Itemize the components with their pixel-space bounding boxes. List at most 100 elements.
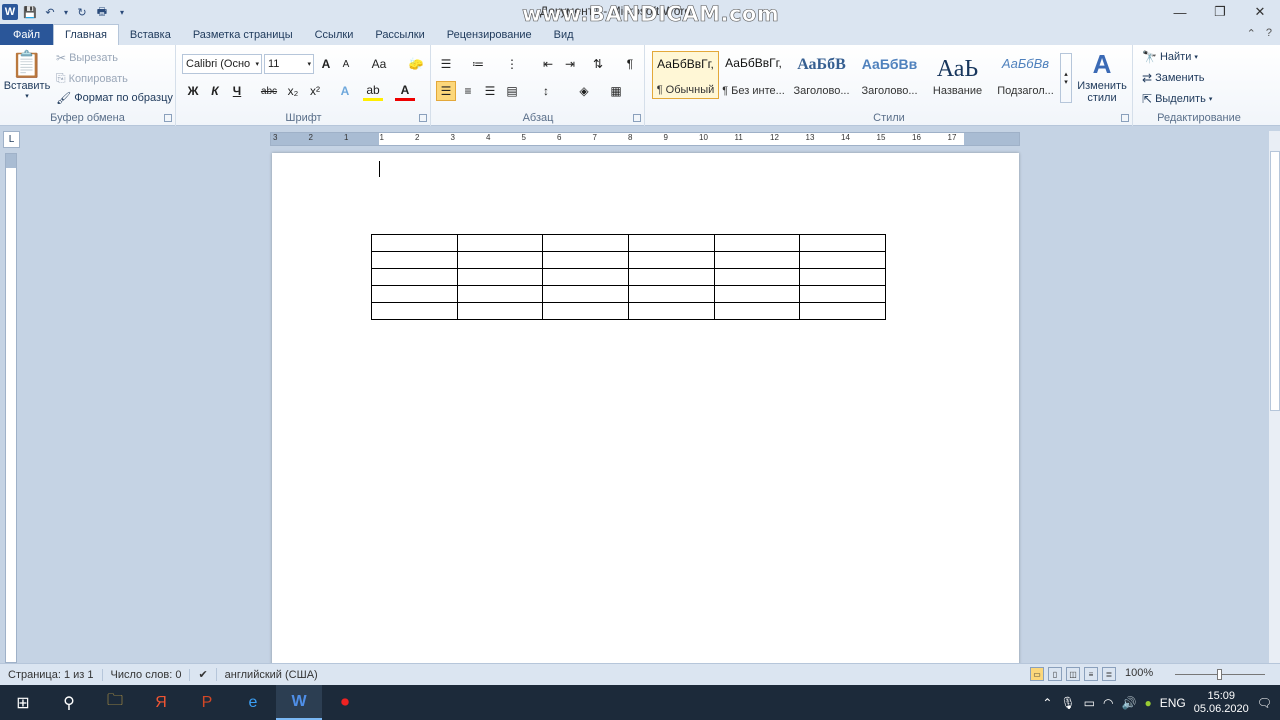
table-cell[interactable] [713, 251, 801, 269]
word-taskbar-icon[interactable]: W [276, 685, 322, 720]
borders-icon[interactable]: ▦ [606, 81, 626, 101]
chevron-down-icon[interactable]: ▾ [255, 60, 259, 68]
print-layout-view-icon[interactable]: ▭ [1030, 667, 1044, 681]
paragraph-launcher-icon[interactable] [633, 114, 641, 122]
tab-references[interactable]: Ссылки [304, 25, 365, 45]
table-cell[interactable] [456, 285, 544, 303]
styles-scroll-icon[interactable]: ▴ ▾ [1060, 53, 1072, 103]
table-cell[interactable] [627, 302, 715, 320]
styles-launcher-icon[interactable] [1121, 114, 1129, 122]
document-table[interactable] [371, 234, 886, 320]
windows-start-icon[interactable]: ⊞ [0, 685, 46, 720]
minimize-ribbon-icon[interactable]: ⌃ [1247, 27, 1256, 40]
table-cell[interactable] [627, 285, 715, 303]
table-cell[interactable] [456, 234, 544, 252]
style-heading1[interactable]: АаБбВ Заголово... [788, 51, 855, 99]
table-cell[interactable] [371, 234, 458, 252]
bold-button[interactable]: Ж [183, 81, 203, 101]
redo-icon[interactable]: ↻ [74, 4, 90, 20]
table-cell[interactable] [456, 268, 544, 286]
undo-icon[interactable]: ↶ [42, 4, 58, 20]
powerpoint-icon[interactable]: P [184, 685, 230, 720]
italic-button[interactable]: К [205, 81, 225, 101]
align-left-icon[interactable]: ☰ [436, 81, 456, 101]
edge-browser-icon[interactable]: e [230, 685, 276, 720]
proofing-icon[interactable]: ✔ [190, 668, 217, 681]
tab-file[interactable]: Файл [0, 24, 54, 45]
tab-stop-selector[interactable]: L [3, 131, 20, 148]
text-effects-icon[interactable]: A [335, 81, 355, 101]
replace-button[interactable]: ⇄ Заменить [1142, 71, 1205, 85]
highlight-icon[interactable]: ab [363, 81, 383, 101]
table-cell[interactable] [627, 251, 715, 269]
notifications-icon[interactable]: 🗨 [1257, 696, 1272, 710]
clock[interactable]: 15:09 05.06.2020 [1194, 690, 1249, 716]
numbering-icon[interactable]: ≔ [468, 54, 488, 74]
help-icon[interactable]: ? [1266, 27, 1272, 40]
minimize-button[interactable]: — [1160, 0, 1200, 24]
font-launcher-icon[interactable] [419, 114, 427, 122]
outline-view-icon[interactable]: ≡ [1084, 667, 1098, 681]
table-cell[interactable] [799, 302, 886, 320]
select-button[interactable]: ⇱ Выделить ▾ [1142, 92, 1212, 106]
tab-view[interactable]: Вид [543, 25, 585, 45]
table-cell[interactable] [627, 268, 715, 286]
full-screen-view-icon[interactable]: ▯ [1048, 667, 1062, 681]
file-explorer-icon[interactable]: 🗀 [92, 685, 138, 720]
scrollbar-thumb[interactable] [1270, 151, 1280, 411]
table-cell[interactable] [456, 302, 544, 320]
tab-page-layout[interactable]: Разметка страницы [182, 25, 304, 45]
increase-indent-icon[interactable]: ⇥ [560, 54, 580, 74]
microphone-icon[interactable]: 🎙 [1060, 696, 1075, 710]
table-cell[interactable] [542, 234, 629, 252]
table-cell[interactable] [542, 251, 629, 269]
format-painter-button[interactable]: 🖌 Формат по образцу [56, 91, 173, 105]
table-cell[interactable] [371, 251, 458, 269]
decrease-indent-icon[interactable]: ⇤ [538, 54, 558, 74]
bandicam-record-icon[interactable]: ⏺ [322, 685, 368, 720]
page-count[interactable]: Страница: 1 из 1 [0, 668, 103, 681]
multilevel-list-icon[interactable]: ⋮ [502, 54, 522, 74]
show-formatting-icon[interactable]: ¶ [620, 54, 640, 74]
table-cell[interactable] [371, 302, 458, 320]
zoom-level[interactable]: 100% [1125, 667, 1153, 679]
tray-expand-icon[interactable]: ⌃ [1042, 696, 1052, 710]
draft-view-icon[interactable]: ≣ [1102, 667, 1116, 681]
copy-button[interactable]: ⎘ Копировать [56, 71, 128, 86]
superscript-button[interactable]: x² [305, 81, 325, 101]
paste-button[interactable]: 📋 Вставить ▾ [4, 49, 51, 100]
search-icon[interactable]: ⚲ [46, 685, 92, 720]
align-right-icon[interactable]: ☰ [480, 81, 500, 101]
line-spacing-icon[interactable]: ↕ [536, 81, 556, 101]
sort-icon[interactable]: ⇅ [588, 54, 608, 74]
clear-formatting-icon[interactable]: 🧽 [406, 54, 426, 74]
document-page[interactable] [272, 153, 1019, 668]
word-logo-icon[interactable]: W [2, 4, 18, 20]
web-layout-view-icon[interactable]: ◫ [1066, 667, 1080, 681]
table-cell[interactable] [799, 251, 886, 269]
undo-dropdown-icon[interactable]: ▾ [62, 4, 70, 20]
bullets-icon[interactable]: ☰ [436, 54, 456, 74]
input-language[interactable]: ENG [1160, 696, 1186, 710]
horizontal-ruler[interactable]: 3 2 1 1 2 3 4 5 6 7 8 9 10 11 12 13 14 15 16 17 [270, 132, 1020, 146]
table-cell[interactable] [799, 234, 886, 252]
chevron-down-icon[interactable]: ▾ [307, 60, 311, 68]
style-no-spacing[interactable]: АаБбВвГг, ¶ Без инте... [720, 51, 787, 99]
vertical-ruler[interactable] [5, 153, 17, 663]
zoom-slider-thumb[interactable] [1217, 669, 1222, 680]
underline-button[interactable]: Ч [227, 81, 247, 101]
table-cell[interactable] [456, 251, 544, 269]
tab-mailings[interactable]: Рассылки [364, 25, 435, 45]
cut-button[interactable]: ✂ Вырезать [56, 51, 118, 65]
strikethrough-button[interactable]: abc [259, 81, 279, 101]
battery-icon[interactable]: ▭ [1084, 696, 1095, 710]
table-cell[interactable] [713, 302, 801, 320]
shading-icon[interactable]: ◈ [574, 81, 594, 101]
wifi-icon[interactable]: ◠ [1103, 696, 1113, 710]
clipboard-launcher-icon[interactable] [164, 114, 172, 122]
table-cell[interactable] [371, 285, 458, 303]
table-cell[interactable] [627, 234, 715, 252]
table-cell[interactable] [713, 268, 801, 286]
font-name-combo[interactable]: Calibri (Осно ▾ [182, 54, 262, 74]
align-center-icon[interactable]: ≡ [458, 81, 478, 101]
